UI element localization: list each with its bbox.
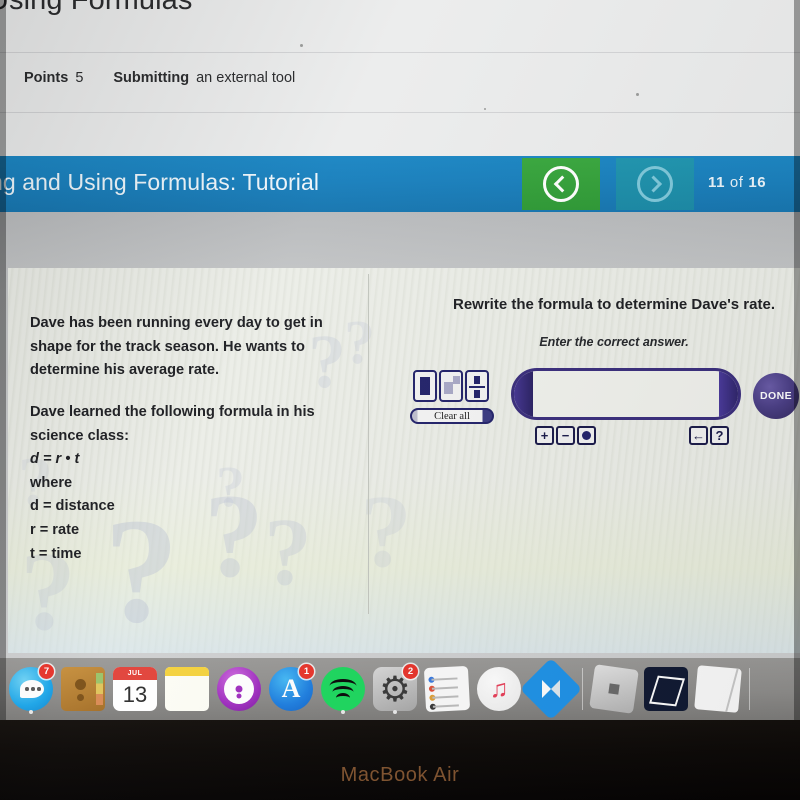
superscript-box-icon[interactable] — [439, 370, 463, 402]
dock-item-notes[interactable] — [162, 663, 212, 715]
dock-item-safari[interactable] — [519, 657, 583, 721]
page-total: 16 — [748, 174, 767, 191]
next-page-button[interactable] — [616, 158, 694, 210]
minus-button[interactable]: − — [556, 426, 575, 445]
laptop-bezel: MacBook Air — [0, 720, 800, 800]
multiply-dot-icon — [582, 431, 591, 440]
dock-item-spotify[interactable] — [318, 663, 368, 715]
problem-def-time: t = time — [30, 545, 82, 562]
podcasts-icon — [217, 667, 261, 711]
laptop-brand-label: MacBook Air — [340, 764, 460, 786]
problem-def-rate: r = rate — [30, 522, 80, 539]
dark-app-icon — [644, 667, 688, 711]
reminders-icon — [423, 665, 471, 713]
dock-item-unknown-dark-app[interactable] — [641, 663, 691, 715]
notes-icon — [165, 667, 209, 711]
dock-item-roblox[interactable] — [589, 663, 639, 715]
dock-divider — [749, 668, 750, 710]
app-store-badge: 1 — [299, 664, 314, 679]
calendar-icon: JUL 13 — [113, 667, 157, 711]
dust-speck — [484, 108, 486, 110]
roblox-icon — [589, 664, 639, 714]
multiply-button[interactable] — [577, 426, 596, 445]
calendar-day: 13 — [122, 681, 148, 707]
answer-prompt: Rewrite the formula to determine Dave's … — [453, 296, 775, 313]
operator-button-row: + − — [535, 426, 596, 445]
dock-divider — [582, 668, 583, 710]
done-button[interactable]: DONE — [753, 373, 799, 419]
submitting-value: an external tool — [196, 70, 296, 86]
safari-compass-icon — [519, 657, 583, 721]
contacts-icon — [61, 667, 105, 711]
dock-item-calendar[interactable]: JUL 13 — [110, 663, 160, 715]
previous-page-button[interactable] — [522, 158, 600, 210]
submitting-label: Submitting — [113, 70, 190, 86]
dock-item-app-store[interactable]: 1 — [266, 663, 316, 715]
utility-button-row: ← ? — [689, 426, 729, 445]
photo-edge-left — [0, 0, 6, 720]
assignment-meta: Points 5 Submitting an external tool — [24, 70, 295, 86]
answer-input-container[interactable] — [511, 368, 741, 420]
macos-dock: 7 JUL 13 1 — [0, 657, 800, 721]
answer-instruction: Enter the correct answer. — [539, 335, 689, 349]
header-divider-bottom — [0, 112, 800, 113]
problem-paragraph-1: Dave has been running every day to get i… — [30, 315, 323, 379]
lms-assignment-header: Using Formulas Points 5 Submitting an exter… — [0, 0, 800, 160]
dock-item-music[interactable] — [474, 663, 524, 715]
document-icon — [694, 665, 742, 713]
dust-speck — [300, 44, 303, 47]
answer-input[interactable] — [534, 377, 722, 415]
clear-all-button[interactable]: Clear all — [410, 408, 494, 424]
points-value: 5 — [75, 70, 84, 86]
page-current: 11 — [708, 174, 726, 191]
problem-def-distance: d = distance — [30, 498, 115, 515]
problem-paragraph-2: Dave learned the following formula in hi… — [30, 403, 315, 444]
tutorial-title: ng and Using Formulas: Tutorial — [0, 169, 320, 195]
single-box-icon[interactable] — [413, 370, 437, 402]
laptop-screen-photo: Using Formulas Points 5 Submitting an exter… — [0, 0, 800, 800]
page-of-label: of — [729, 174, 744, 191]
tutorial-banner: ng and Using Formulas: Tutorial 11 of 16 — [0, 156, 800, 212]
problem-statement: Dave has been running every day to get i… — [30, 312, 350, 566]
dock-item-reminders[interactable] — [422, 663, 472, 715]
activity-card: ? ? ? ? ? ? ? ? ? Dave has been running … — [8, 268, 800, 653]
dock-item-contacts[interactable] — [58, 663, 108, 715]
math-template-palette — [413, 370, 489, 402]
messages-badge: 7 — [39, 664, 54, 679]
music-note-icon — [477, 667, 521, 711]
system-preferences-badge: 2 — [403, 664, 418, 679]
dock-item-podcasts[interactable] — [214, 663, 264, 715]
running-indicator — [393, 710, 397, 714]
arrow-right-circle-icon — [637, 166, 673, 202]
dust-speck — [636, 93, 639, 96]
dock-item-messages[interactable]: 7 — [6, 663, 56, 715]
photo-edge-right — [794, 0, 800, 720]
problem-formula: d = r • t — [30, 451, 80, 468]
spotify-icon — [321, 667, 365, 711]
plus-button[interactable]: + — [535, 426, 554, 445]
assignment-title: Using Formulas — [0, 0, 193, 16]
dock-item-pages-document[interactable] — [693, 663, 743, 715]
backspace-button[interactable]: ← — [689, 426, 708, 445]
running-indicator — [29, 710, 33, 714]
points-label: Points — [24, 70, 69, 86]
page-indicator: 11 of 16 — [708, 174, 766, 191]
help-button[interactable]: ? — [710, 426, 729, 445]
dock-item-system-preferences[interactable]: 2 — [370, 663, 420, 715]
header-divider-top — [0, 52, 800, 53]
problem-where-label: where — [30, 474, 73, 491]
panel-divider — [368, 274, 369, 614]
arrow-left-circle-icon — [543, 166, 579, 202]
fraction-box-icon[interactable] — [465, 370, 489, 402]
running-indicator — [341, 710, 345, 714]
